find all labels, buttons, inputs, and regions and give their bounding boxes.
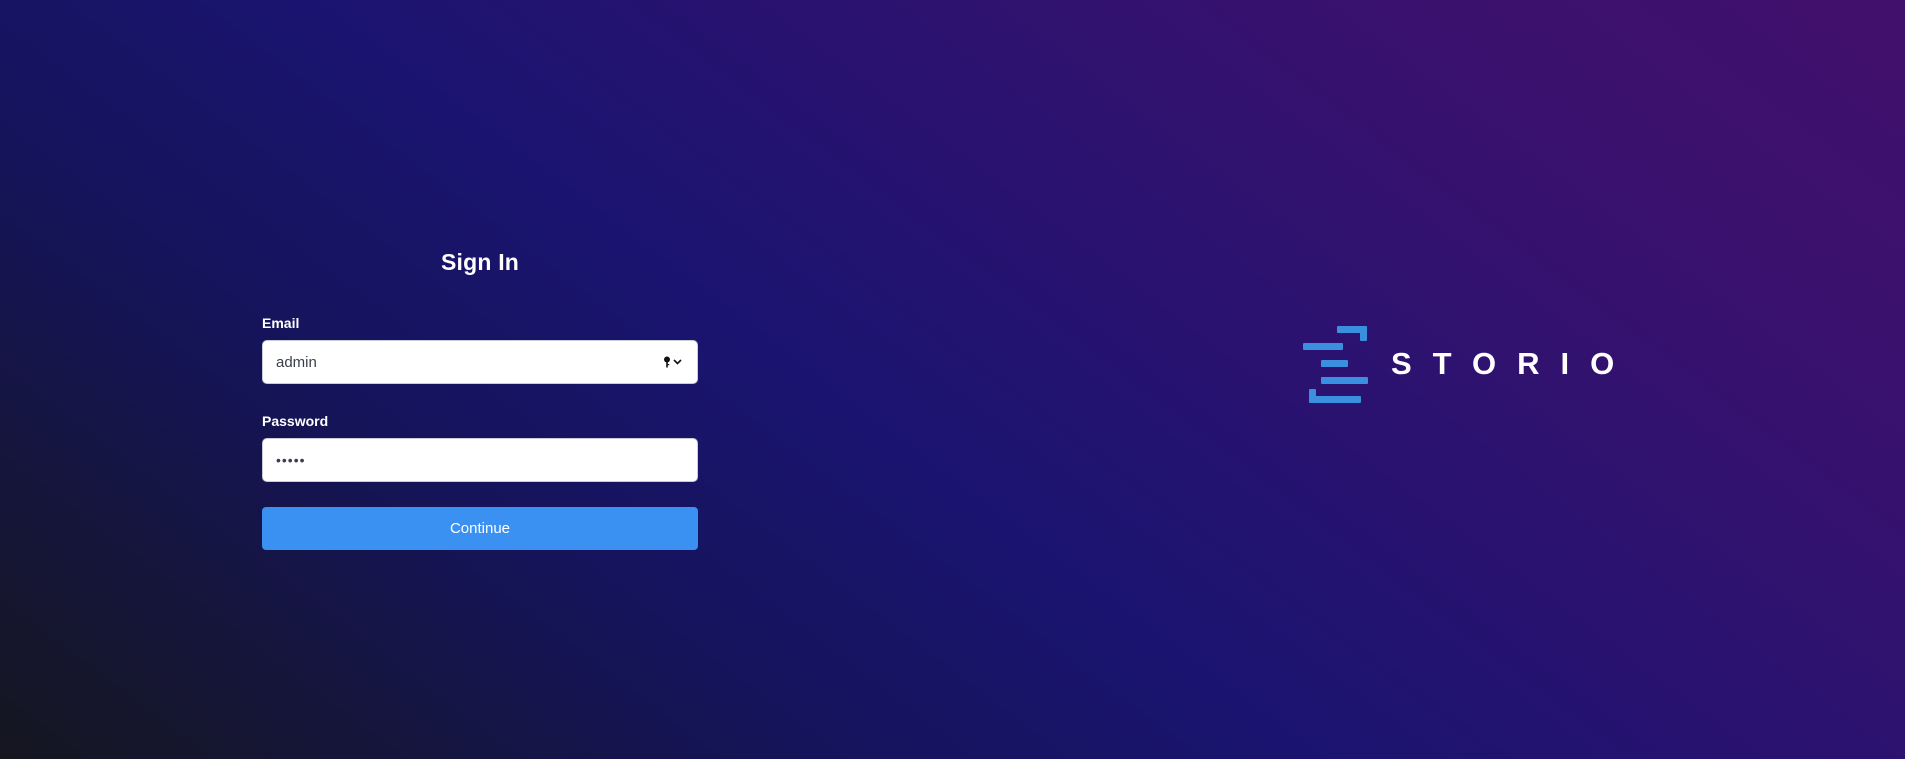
email-field-container	[262, 340, 698, 384]
key-dropdown-icon[interactable]	[663, 356, 683, 368]
email-label: Email	[262, 315, 300, 331]
brand-logo: STORIO	[1303, 326, 1614, 404]
page-title: Sign In	[440, 249, 520, 275]
brand-name: STORIO	[1391, 346, 1636, 381]
continue-button[interactable]: Continue	[262, 507, 698, 550]
sign-in-form: Sign In Email Password Continue	[262, 244, 698, 550]
password-field[interactable]	[263, 439, 636, 481]
storio-logo-icon	[1303, 326, 1368, 403]
password-label: Password	[262, 413, 329, 429]
password-field-container	[262, 438, 698, 482]
email-field[interactable]	[263, 341, 636, 383]
